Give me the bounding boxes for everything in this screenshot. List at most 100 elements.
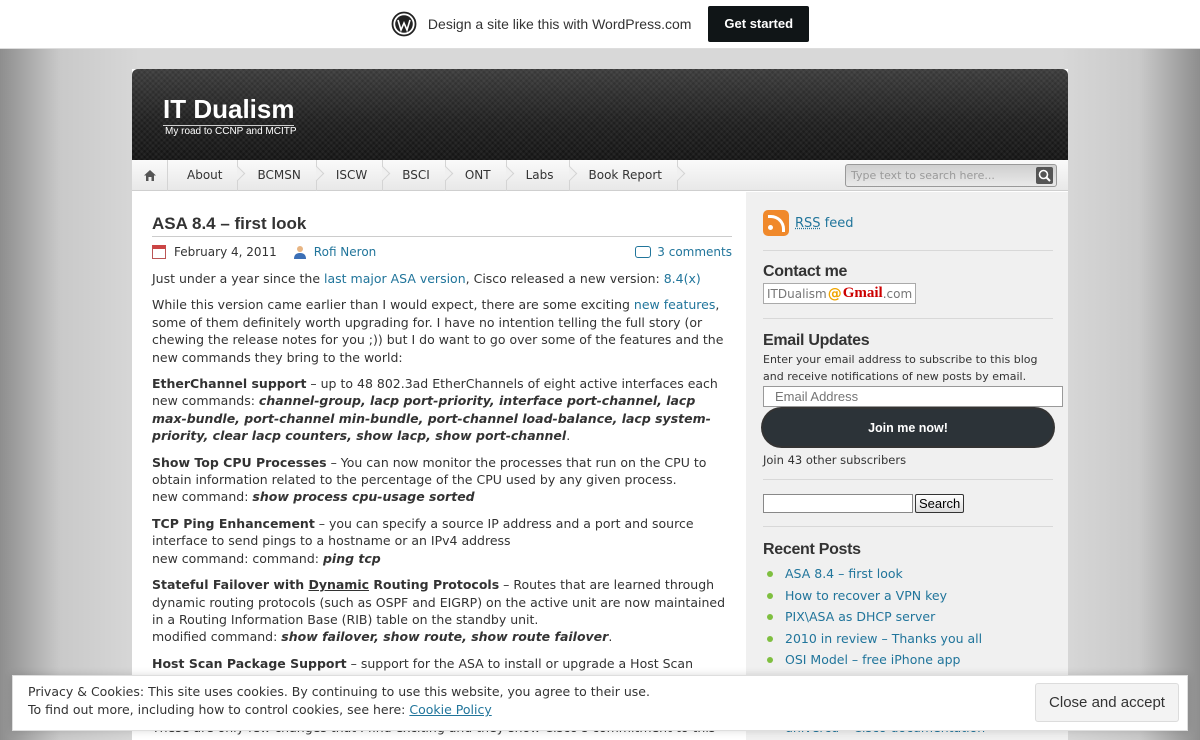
post-title[interactable]: ASA 8.4 – first look	[152, 214, 732, 237]
text: .	[608, 629, 612, 644]
site-header: IT Dualism My road to CCNP and MCITP	[132, 69, 1068, 160]
wordpress-bar-text: Design a site like this with WordPress.c…	[428, 16, 692, 32]
text: modified command:	[152, 629, 281, 644]
wordpress-logo-icon[interactable]	[391, 11, 417, 37]
site-title[interactable]: IT Dualism	[163, 94, 294, 126]
text: new command:	[152, 489, 252, 504]
close-and-accept-button[interactable]: Close and accept	[1035, 683, 1179, 722]
cookie-text: Privacy & Cookies: This site uses cookie…	[28, 683, 650, 719]
cookie-policy-link[interactable]: Cookie Policy	[409, 702, 491, 717]
post-paragraph: Stateful Failover with Dynamic Routing P…	[152, 576, 732, 646]
nav-item-about[interactable]: About	[168, 160, 238, 191]
author-icon	[293, 245, 307, 259]
text: , Cisco released a new version:	[466, 271, 664, 286]
nav-item-bsci[interactable]: BSCI	[383, 160, 446, 191]
nav-item-labs[interactable]: Labs	[507, 160, 570, 191]
text: Just under a year since the	[152, 271, 324, 286]
text: Stateful Failover with	[152, 577, 308, 592]
recent-post-link[interactable]: 2010 in review – Thanks you all	[785, 631, 982, 646]
recent-post-link[interactable]: How to recover a VPN key	[785, 588, 947, 603]
text: Routing Protocols	[369, 577, 499, 592]
sidebar-search-input[interactable]	[763, 494, 913, 513]
feature-heading: TCP Ping Enhancement	[152, 516, 315, 531]
email-updates-text: Enter your email address to subscribe to…	[763, 352, 1053, 385]
email-updates-widget: Email Updates Enter your email address t…	[763, 319, 1053, 480]
sidebar: RSS feed Contact me ITDualism @ Gmail .com …	[746, 192, 1068, 740]
recent-post-link[interactable]: ASA 8.4 – first look	[785, 566, 903, 581]
text: .com	[883, 287, 912, 301]
comment-bubble-icon	[635, 246, 651, 258]
list-item: PIX\ASA as DHCP server	[763, 606, 1053, 628]
site-description: My road to CCNP and MCITP	[165, 126, 297, 137]
feature-heading: Show Top CPU Processes	[152, 455, 327, 470]
asa-8-4-link[interactable]: 8.4(x)	[664, 271, 701, 286]
recent-posts-list: ASA 8.4 – first look How to recover a VP…	[763, 563, 1053, 693]
text: @	[828, 286, 842, 302]
search-button[interactable]: Search	[915, 494, 964, 513]
text: .	[566, 428, 570, 443]
recent-posts-title: Recent Posts	[763, 541, 1053, 559]
list-item: OSI Model – free iPhone app	[763, 649, 1053, 671]
text: To find out more, including how to contr…	[28, 702, 409, 717]
rss-widget: RSS feed	[763, 192, 1053, 251]
feature-heading: Host Scan Package Support	[152, 656, 347, 671]
home-icon	[144, 170, 156, 181]
join-button[interactable]: Join me now!	[763, 409, 1053, 446]
subscriber-count: Join 43 other subscribers	[763, 453, 1053, 467]
get-started-button[interactable]: Get started	[708, 6, 809, 42]
post-comments: 3 comments	[635, 245, 732, 259]
search-icon[interactable]	[1036, 167, 1053, 184]
nav-item-iscw[interactable]: ISCW	[317, 160, 383, 191]
feature-heading: EtherChannel support	[152, 376, 306, 391]
text: new command: command:	[152, 551, 323, 566]
wordpress-bar: Design a site like this with WordPress.c…	[0, 0, 1200, 49]
rss-feed-link[interactable]: RSS feed	[795, 216, 854, 231]
last-major-asa-version-link[interactable]: last major ASA version	[324, 271, 466, 286]
text: Privacy & Cookies: This site uses cookie…	[28, 684, 650, 699]
nav-home[interactable]	[132, 160, 168, 191]
nav-item-book-report[interactable]: Book Report	[570, 160, 678, 191]
post-paragraph: Just under a year since the last major A…	[152, 270, 732, 287]
recent-post-link[interactable]: OSI Model – free iPhone app	[785, 652, 960, 667]
post-meta: February 4, 2011 Rofi Neron 3 comments	[152, 243, 732, 261]
email-image: ITDualism @ Gmail .com	[763, 283, 916, 304]
text: – support for the ASA to install or upgr…	[347, 656, 693, 671]
command-list: show process cpu-usage sorted	[252, 489, 474, 504]
command-list: show failover, show route, show route fa…	[281, 629, 608, 644]
post-paragraph: EtherChannel support – up to 48 802.3ad …	[152, 375, 732, 445]
post-paragraph: While this version came earlier than I w…	[152, 296, 732, 366]
list-item: ASA 8.4 – first look	[763, 563, 1053, 585]
text: RSS	[795, 216, 821, 231]
command-list: ping tcp	[323, 551, 381, 566]
cookie-banner: Privacy & Cookies: This site uses cookie…	[12, 675, 1188, 731]
email-updates-title: Email Updates	[763, 332, 1053, 350]
contact-widget: Contact me ITDualism @ Gmail .com	[763, 251, 1053, 319]
text: feed	[821, 216, 854, 231]
nav-search	[845, 164, 1057, 187]
post-paragraph: Host Scan Package Support – support for …	[152, 655, 732, 672]
recent-post-link[interactable]: PIX\ASA as DHCP server	[785, 609, 935, 624]
nav-item-bcmsn[interactable]: BCMSN	[238, 160, 316, 191]
text: While this version came earlier than I w…	[152, 297, 634, 312]
recent-posts-widget: Recent Posts ASA 8.4 – first look How to…	[763, 527, 1053, 693]
calendar-icon	[152, 245, 166, 259]
gmail-logo-icon: Gmail	[843, 285, 883, 302]
nav-item-ont[interactable]: ONT	[446, 160, 507, 191]
text: Dynamic	[308, 577, 369, 592]
post-paragraph: TCP Ping Enhancement – you can specify a…	[152, 515, 732, 567]
list-item: How to recover a VPN key	[763, 585, 1053, 607]
search-input[interactable]	[846, 165, 1032, 186]
sidebar-search-widget: Search	[763, 480, 1053, 527]
contact-title: Contact me	[763, 263, 1053, 281]
post-author[interactable]: Rofi Neron	[314, 245, 377, 259]
new-features-link[interactable]: new features	[634, 297, 715, 312]
post: ASA 8.4 – first look February 4, 2011 Ro…	[152, 214, 732, 672]
rss-icon[interactable]	[763, 210, 789, 236]
comments-link[interactable]: 3 comments	[657, 245, 732, 259]
main-nav: About BCMSN ISCW BSCI ONT Labs Book Repo…	[132, 160, 1068, 191]
post-paragraph: Show Top CPU Processes – You can now mon…	[152, 454, 732, 506]
list-item: 2010 in review – Thanks you all	[763, 628, 1053, 650]
post-date: February 4, 2011	[174, 245, 277, 259]
email-field[interactable]	[763, 386, 1063, 407]
feature-heading: Stateful Failover with Dynamic Routing P…	[152, 577, 499, 592]
